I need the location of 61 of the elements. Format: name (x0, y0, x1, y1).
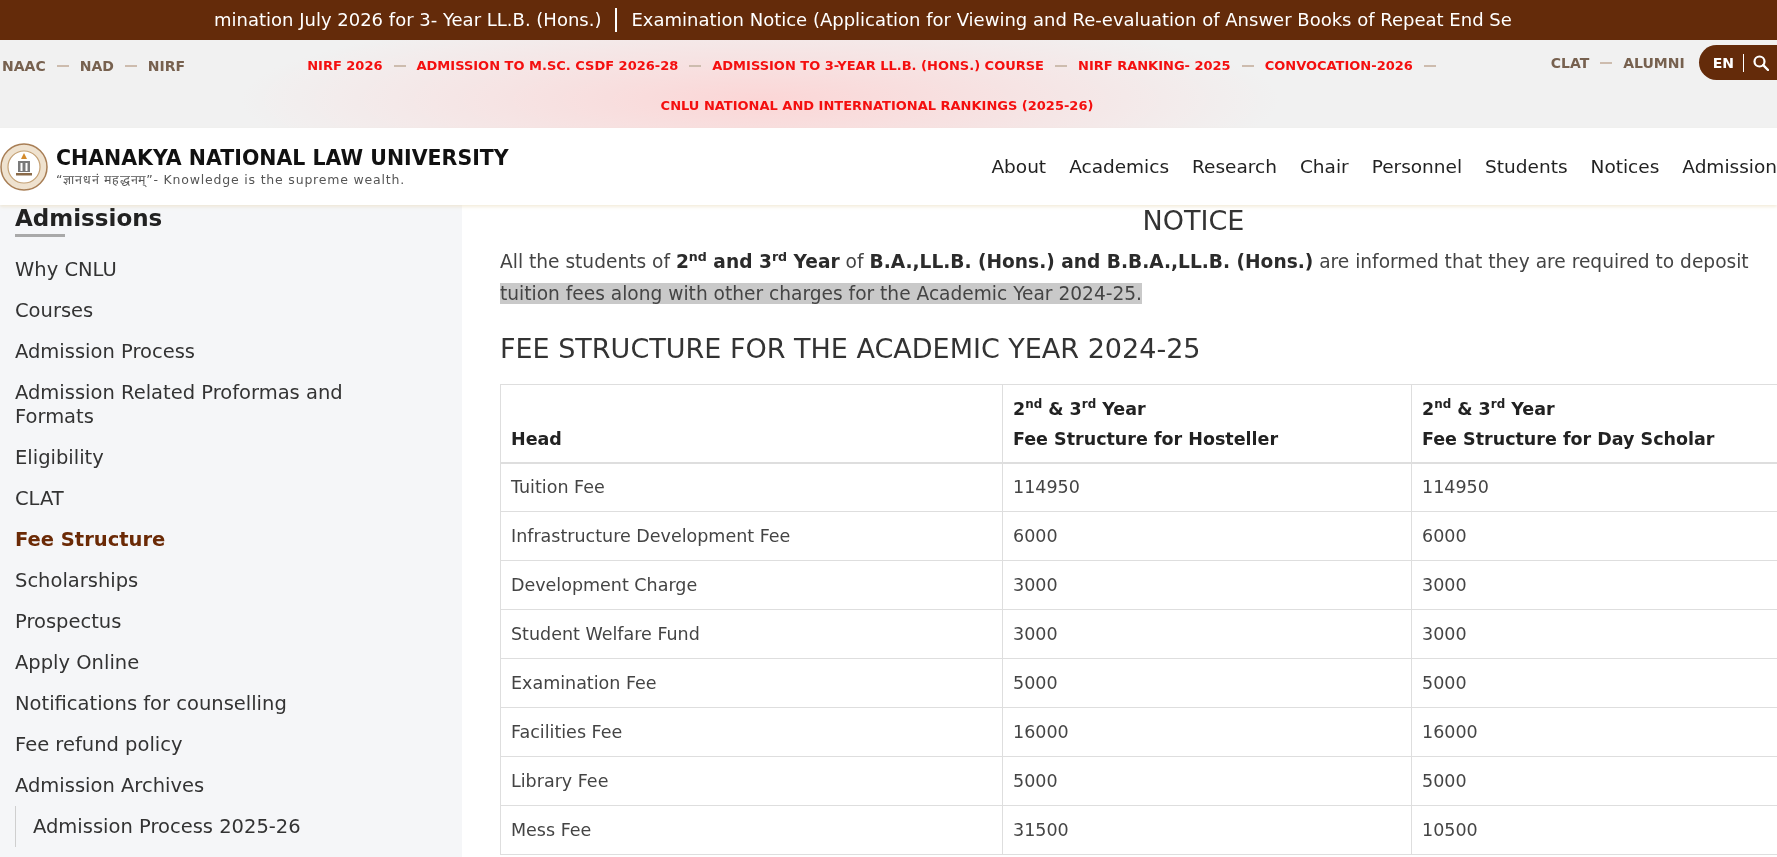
top-link[interactable]: NIRF (147, 56, 186, 76)
sidebar-link[interactable]: Prospectus (15, 601, 122, 642)
sidebar-heading: Admissions (15, 205, 163, 231)
table-cell: Examination Fee (500, 658, 1003, 708)
table-cell: 3000 (1002, 609, 1412, 659)
sidebar-link[interactable]: Scholarships (15, 560, 139, 601)
language-button[interactable]: EN (1712, 52, 1734, 73)
nav-link[interactable]: Academics (1069, 154, 1170, 179)
announcement-link[interactable]: ADMISSION TO M.SC. CSDF 2026-28 (416, 56, 679, 76)
section-heading: FEE STRUCTURE FOR THE ACADEMIC YEAR 2024-25 (500, 332, 1201, 366)
table-cell: Infrastructure Development Fee (500, 511, 1003, 561)
table-cell: Library Fee (500, 756, 1003, 806)
sidebar-sublink[interactable]: Admission Process 2025-26 (33, 806, 301, 847)
sidebar-link[interactable]: Admission Related Proformas and Formats (15, 372, 380, 437)
nav-link[interactable]: Admission (1682, 154, 1777, 179)
sidebar-link[interactable]: Fee Structure (15, 519, 166, 560)
sidebar-link[interactable]: CLAT (15, 478, 64, 519)
table-header-cell: Head (500, 384, 1003, 463)
table-cell: 31500 (1002, 805, 1412, 855)
table-cell: 6000 (1002, 511, 1412, 561)
sidebar-link[interactable]: Fee refund policy (15, 724, 183, 765)
table-cell: 3000 (1002, 560, 1412, 610)
table-cell: Student Welfare Fund (500, 609, 1003, 659)
site-motto: “ज्ञानधनं महद्धनम्”- Knowledge is the supreme wealth. (56, 170, 406, 189)
sidebar-link[interactable]: Why CNLU (15, 249, 117, 290)
announcement-link[interactable]: CONVOCATION-2026 (1264, 56, 1413, 76)
nav-link[interactable]: Notices (1590, 154, 1660, 179)
search-icon[interactable] (1753, 54, 1769, 71)
table-cell: Mess Fee (500, 805, 1003, 855)
seal-icon[interactable] (0, 142, 48, 191)
top-link[interactable]: ALUMNI (1623, 52, 1685, 73)
notice-text: All the students of 2$^{nd}$ and 3$^{rd}$ Year of B.A.,LL.B. (Hons.) and B.B.A.,LL.B. (Hons.) are informed that they are required to deposit tuition fees along with other charges for the Academic Year 2024-25. (500, 248, 1750, 306)
nav-link[interactable]: Personnel (1371, 154, 1463, 179)
table-cell: 16000 (1002, 707, 1412, 757)
nav-link[interactable]: Students (1485, 154, 1568, 179)
table-cell: 114950 (1002, 462, 1412, 512)
sidebar-link[interactable]: Admission Archives (15, 765, 205, 806)
table-cell: Tuition Fee (500, 462, 1003, 512)
notice-title: NOTICE (1142, 205, 1245, 237)
table-header-cell: 2$^{nd}$ & 3$^{rd}$ Year Fee Structure for Hosteller (1002, 384, 1412, 463)
sidebar-link[interactable]: Notifications for counselling (15, 683, 287, 724)
sidebar-link[interactable]: Eligibility (15, 437, 104, 478)
announcement-link[interactable]: NIRF RANKING- 2025 (1078, 56, 1231, 76)
top-link[interactable]: CLAT (1550, 52, 1590, 73)
sidebar-link[interactable]: Admission Process (15, 331, 195, 372)
ticker-link[interactable]: Examination Notice (Application for Viewing and Re-evaluation of Answer Books of Repeat End Se (631, 8, 1512, 32)
table-cell: Development Charge (500, 560, 1003, 610)
announcement-link[interactable]: NIRF 2026 (307, 56, 383, 76)
table-cell: 5000 (1002, 658, 1412, 708)
table-header-cell: 2$^{nd}$ & 3$^{rd}$ Year Fee Structure for Day Scholar (1411, 384, 1777, 463)
sidebar-link[interactable]: Courses (15, 290, 94, 331)
table-cell: 5000 (1002, 756, 1412, 806)
nav-link[interactable]: About (991, 154, 1047, 179)
nav-link[interactable]: Chair (1299, 154, 1349, 179)
nav-link[interactable]: Research (1192, 154, 1277, 179)
site-title: CHANAKYA NATIONAL LAW UNIVERSITY (56, 144, 509, 171)
top-link[interactable]: NAAC (2, 56, 46, 76)
top-link[interactable]: NAD (79, 56, 114, 76)
sidebar-link[interactable]: Apply Online (15, 642, 140, 683)
ticker-link[interactable]: mination July 2026 for 3- Year LL.B. (Hons.) (214, 8, 602, 32)
table-cell: Facilities Fee (500, 707, 1003, 757)
